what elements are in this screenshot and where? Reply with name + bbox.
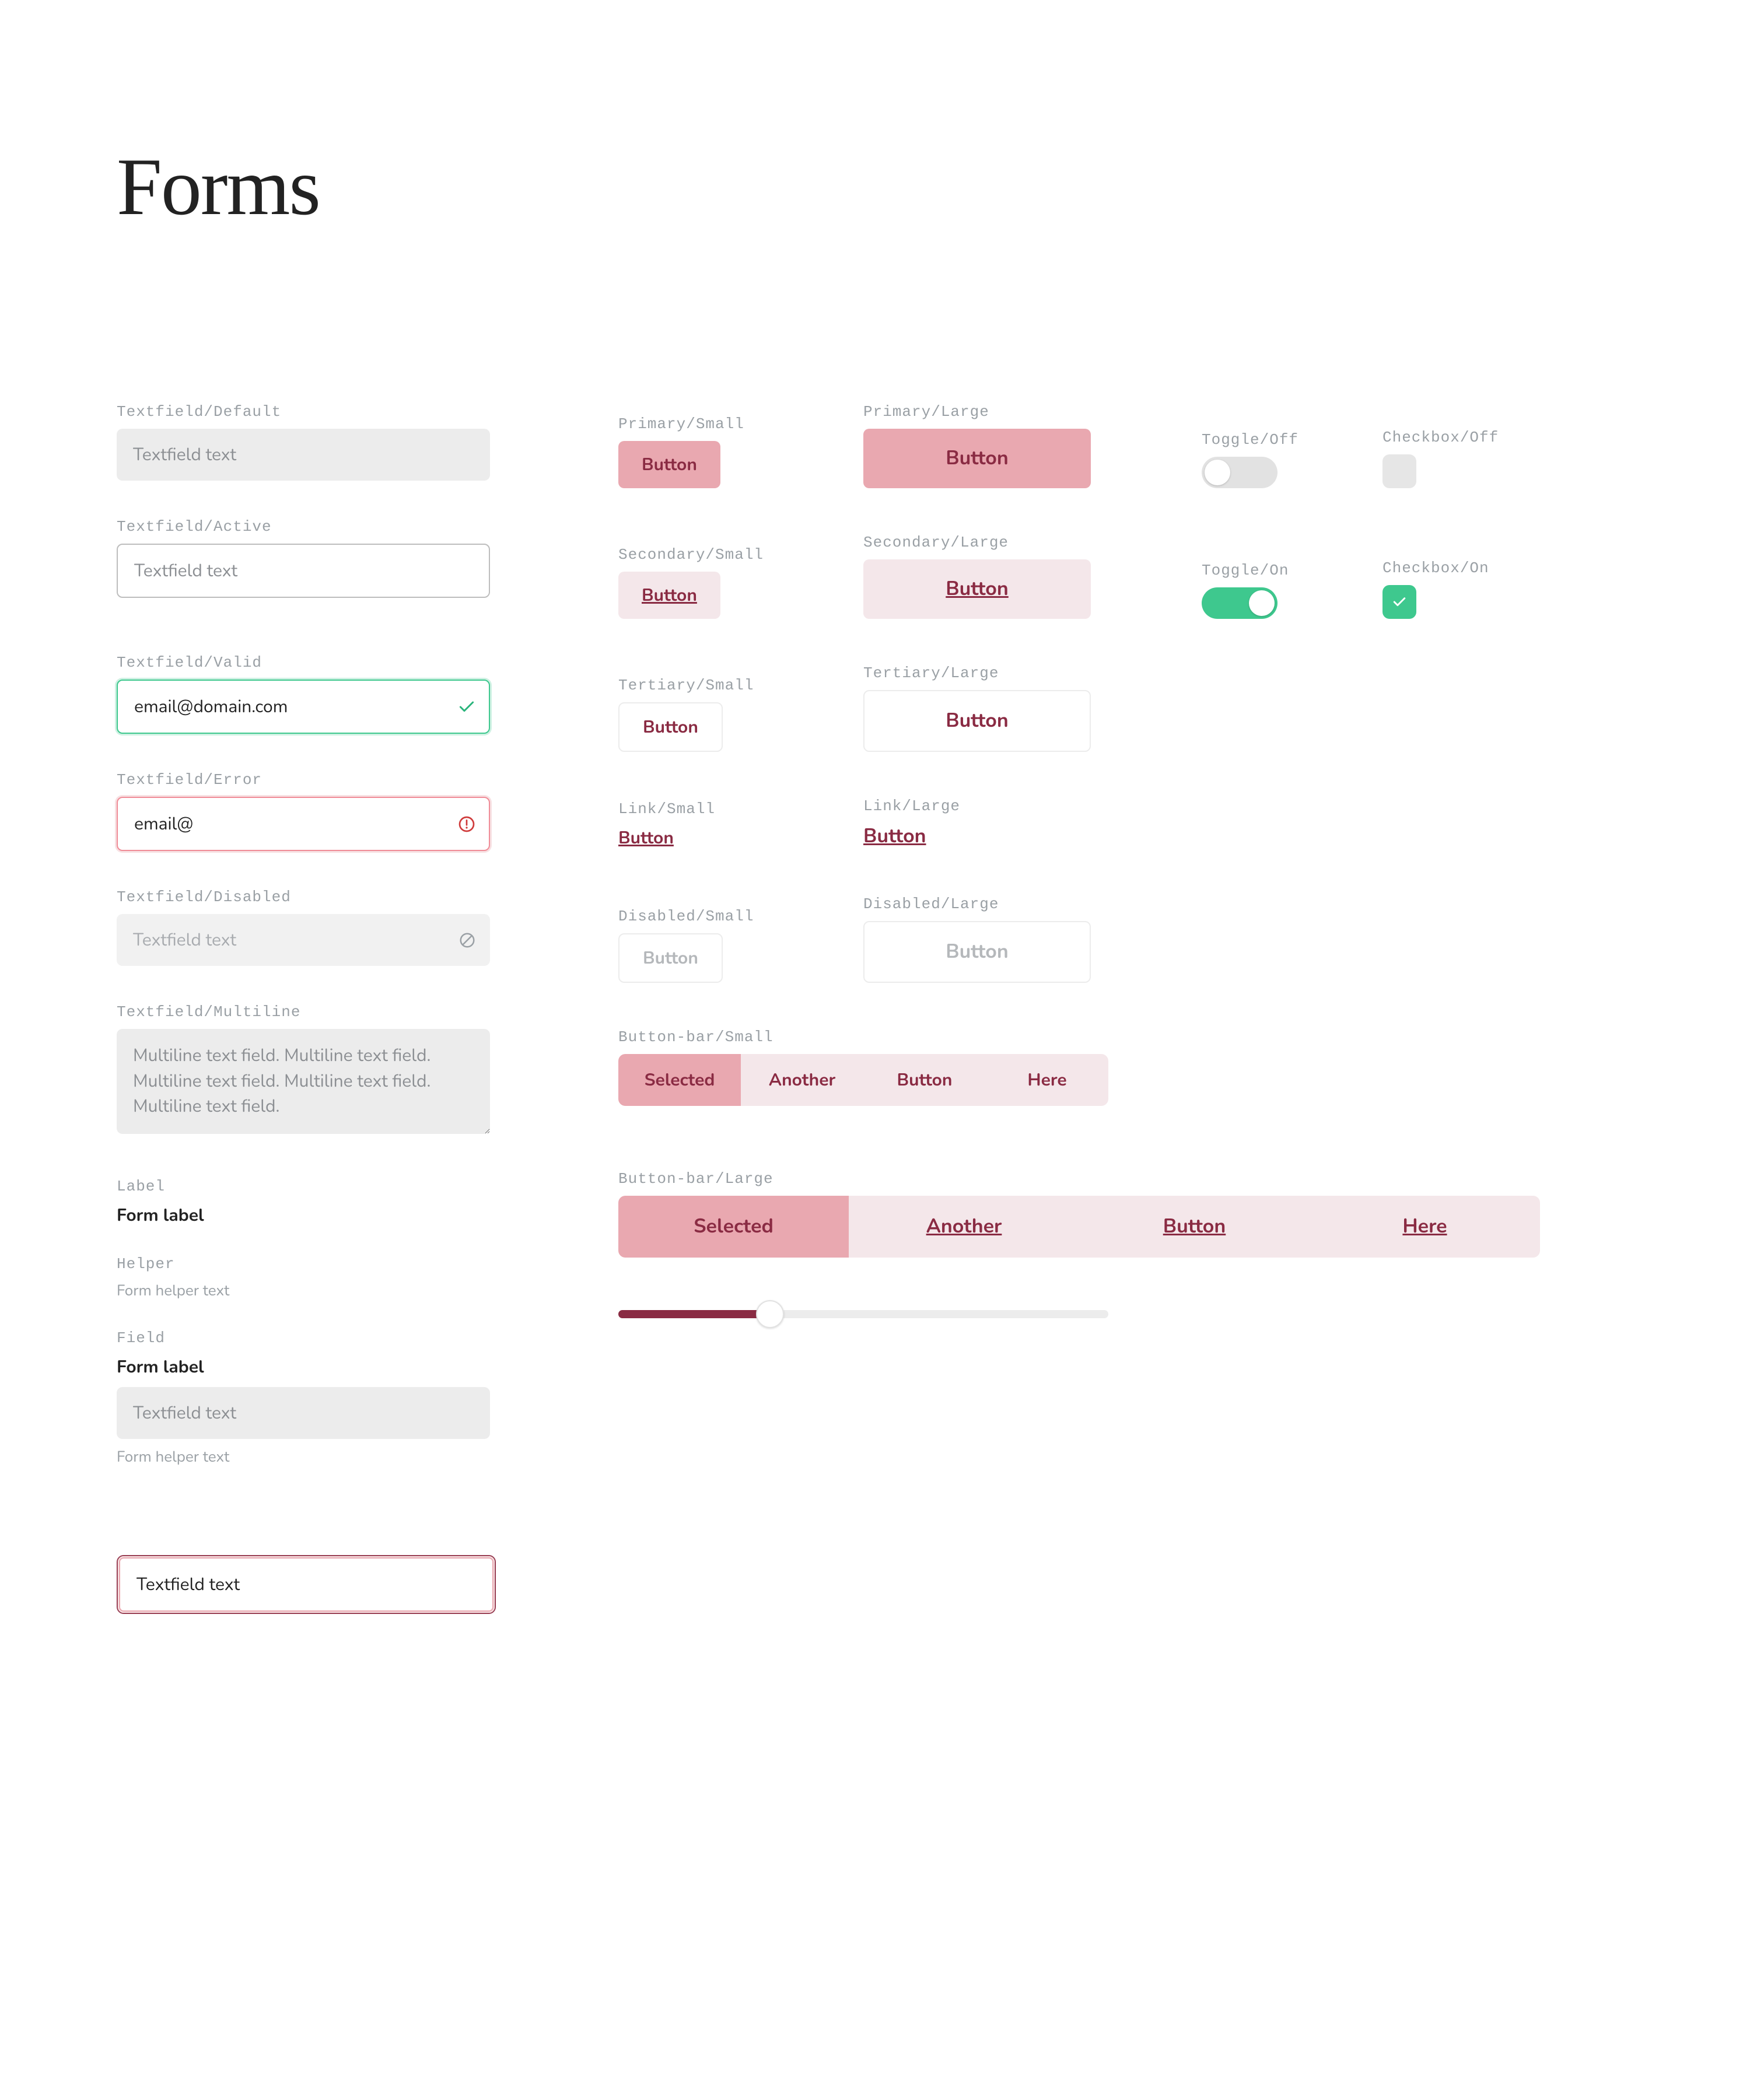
disabled-large-button: Button — [863, 921, 1091, 983]
tertiary-large-button[interactable]: Button — [863, 690, 1091, 752]
primary-small-button[interactable]: Button — [618, 441, 720, 488]
caption-tertiary-large: Tertiary/Large — [863, 664, 1085, 682]
caption-secondary-large: Secondary/Large — [863, 534, 1085, 551]
caption-textfield-default: Textfield/Default — [117, 403, 490, 421]
caption-buttonbar-large: Button-bar/Large — [618, 1170, 1647, 1188]
form-label: Form label — [117, 1203, 490, 1227]
secondary-small-button[interactable]: Button — [618, 572, 720, 619]
caption-buttonbar-small: Button-bar/Small — [618, 1028, 1647, 1046]
field-label: Form label — [117, 1355, 490, 1379]
buttonbar-small-seg-1[interactable]: Another — [741, 1054, 863, 1106]
caption-secondary-small: Secondary/Small — [618, 546, 840, 563]
buttonbar-large-seg-1[interactable]: Another — [849, 1196, 1079, 1258]
button-bar-large[interactable]: Selected Another Button Here — [618, 1196, 1540, 1258]
textfield-error[interactable] — [117, 797, 490, 851]
buttonbar-small-seg-2[interactable]: Button — [863, 1054, 986, 1106]
caption-primary-small: Primary/Small — [618, 415, 840, 433]
slider-fill — [618, 1310, 770, 1318]
page-title: Forms — [117, 140, 1647, 234]
check-icon — [1391, 593, 1408, 611]
buttonbar-large-seg-0[interactable]: Selected — [618, 1196, 849, 1258]
buttonbar-small-seg-0[interactable]: Selected — [618, 1054, 741, 1106]
buttonbar-large-seg-3[interactable]: Here — [1310, 1196, 1540, 1258]
textfield-active[interactable] — [117, 544, 490, 598]
caption-textfield-valid: Textfield/Valid — [117, 654, 490, 671]
tertiary-small-button[interactable]: Button — [618, 702, 723, 752]
slider[interactable] — [618, 1310, 1108, 1318]
caption-field: Field — [117, 1329, 490, 1347]
caption-toggle-off: Toggle/Off — [1202, 431, 1301, 449]
caption-disabled-small: Disabled/Small — [618, 908, 840, 925]
toggle-on[interactable] — [1202, 587, 1278, 619]
caption-toggle-on: Toggle/On — [1202, 562, 1301, 579]
field-helper: Form helper text — [117, 1447, 490, 1468]
caption-disabled-large: Disabled/Large — [863, 895, 1085, 913]
button-bar-small[interactable]: Selected Another Button Here — [618, 1054, 1108, 1106]
caption-tertiary-small: Tertiary/Small — [618, 677, 840, 694]
disabled-small-button: Button — [618, 933, 723, 983]
check-icon — [457, 698, 476, 716]
textfield-multiline[interactable]: Multiline text field. Multiline text fie… — [117, 1029, 490, 1134]
caption-textfield-multiline: Textfield/Multiline — [117, 1003, 490, 1021]
link-large-button[interactable]: Button — [863, 823, 926, 850]
toggle-off[interactable] — [1202, 457, 1278, 488]
link-small-button[interactable]: Button — [618, 826, 674, 850]
primary-large-button[interactable]: Button — [863, 429, 1091, 488]
textfield-focused[interactable] — [119, 1557, 494, 1612]
form-helper: Form helper text — [117, 1281, 490, 1301]
textfield-valid[interactable] — [117, 680, 490, 734]
caption-textfield-active: Textfield/Active — [117, 518, 490, 535]
caption-primary-large: Primary/Large — [863, 403, 1085, 421]
error-icon — [457, 815, 476, 834]
caption-textfield-disabled: Textfield/Disabled — [117, 888, 490, 906]
caption-helper: Helper — [117, 1255, 490, 1273]
caption-link-large: Link/Large — [863, 797, 1085, 815]
not-allowed-icon — [459, 932, 476, 949]
checkbox-off[interactable] — [1382, 454, 1416, 488]
caption-checkbox-on: Checkbox/On — [1382, 559, 1452, 577]
secondary-large-button[interactable]: Button — [863, 559, 1091, 619]
checkbox-on[interactable] — [1382, 585, 1416, 619]
textfield-disabled — [117, 914, 490, 966]
buttonbar-large-seg-2[interactable]: Button — [1079, 1196, 1310, 1258]
caption-label: Label — [117, 1178, 490, 1195]
caption-link-small: Link/Small — [618, 800, 840, 818]
buttonbar-small-seg-3[interactable]: Here — [986, 1054, 1108, 1106]
field-input[interactable] — [117, 1387, 490, 1439]
caption-checkbox-off: Checkbox/Off — [1382, 429, 1452, 446]
textfield-default[interactable] — [117, 429, 490, 481]
textfield-focus-ring[interactable] — [117, 1555, 496, 1614]
slider-thumb[interactable] — [756, 1300, 784, 1328]
caption-textfield-error: Textfield/Error — [117, 771, 490, 789]
